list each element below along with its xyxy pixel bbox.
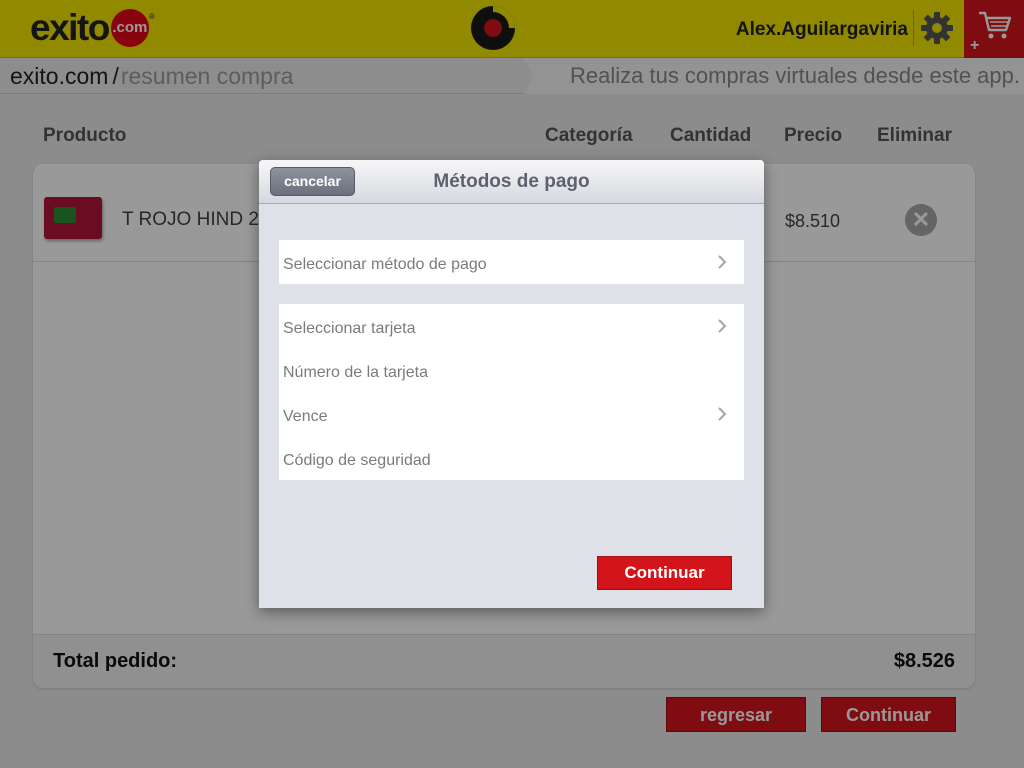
payment-method-group: Seleccionar método de pago [279,240,744,284]
card-number-label: Número de la tarjeta [283,364,428,381]
payment-methods-dialog: cancelar Métodos de pago Seleccionar mét… [259,160,764,608]
payment-continue-button[interactable]: Continuar [597,556,732,590]
security-code-label: Código de seguridad [283,452,431,469]
select-payment-method-row[interactable]: Seleccionar método de pago [279,240,744,284]
expiry-row[interactable]: Vence [279,392,744,436]
security-code-field[interactable]: Código de seguridad [279,436,744,480]
chevron-right-icon [718,319,727,333]
card-number-field[interactable]: Número de la tarjeta [279,348,744,392]
select-card-label: Seleccionar tarjeta [283,320,416,337]
chevron-right-icon [718,255,727,269]
select-payment-method-label: Seleccionar método de pago [283,256,487,273]
select-card-row[interactable]: Seleccionar tarjeta [279,304,744,348]
dialog-title: Métodos de pago [433,171,590,192]
dialog-title-bar: cancelar Métodos de pago [259,160,764,204]
card-details-group: Seleccionar tarjeta Número de la tarjeta… [279,304,744,480]
expiry-label: Vence [283,408,328,425]
chevron-right-icon [718,407,727,421]
